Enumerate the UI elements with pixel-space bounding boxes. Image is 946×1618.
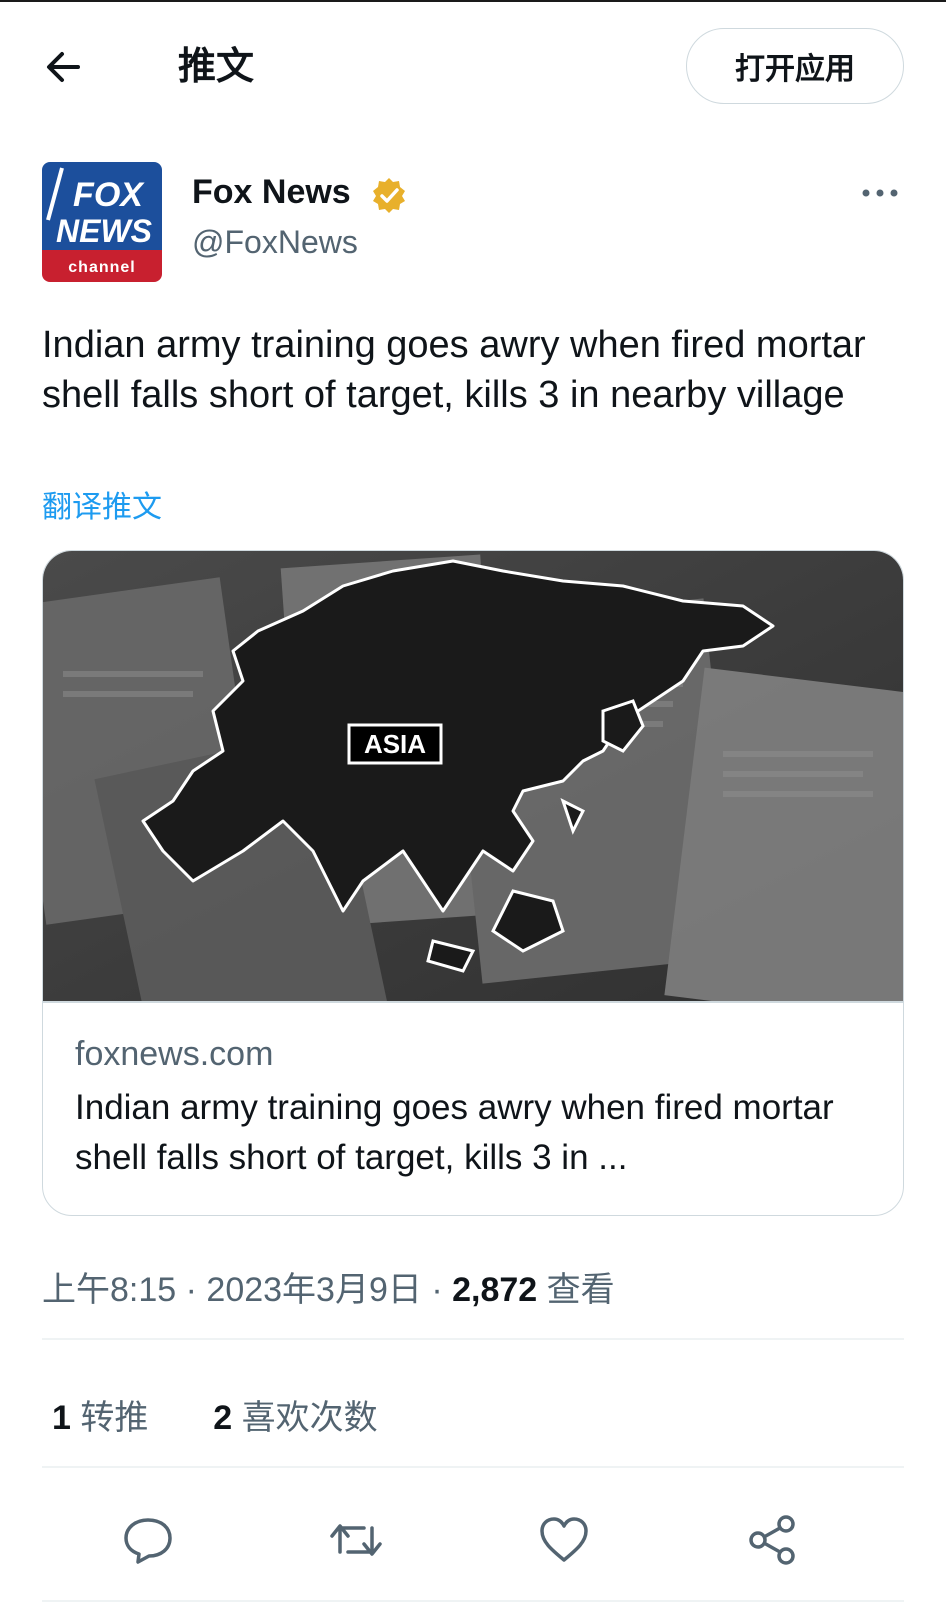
author-handle[interactable]: @FoxNews bbox=[192, 224, 358, 261]
share-icon[interactable] bbox=[742, 1510, 802, 1570]
action-bar bbox=[0, 1510, 946, 1580]
top-edge-line bbox=[0, 0, 946, 2]
retweet-icon[interactable] bbox=[326, 1510, 386, 1570]
tweet-meta: 上午8:15 · 2023年3月9日 · 2,872 查看 bbox=[42, 1262, 615, 1311]
avatar-logo-channel: channel bbox=[68, 259, 135, 276]
tweet-text: Indian army training goes awry when fire… bbox=[42, 324, 866, 416]
asia-map-label: ASIA bbox=[364, 729, 426, 759]
meta-separator: · bbox=[185, 1271, 197, 1309]
author-name[interactable]: Fox News bbox=[192, 173, 351, 212]
translate-tweet-link[interactable]: 翻译推文 bbox=[42, 482, 162, 526]
tweet-date[interactable]: 2023年3月9日 bbox=[206, 1271, 421, 1309]
back-arrow-icon bbox=[47, 52, 80, 82]
card-title: Indian army training goes awry when fire… bbox=[75, 1088, 834, 1177]
header-bar: 推文 打开应用 bbox=[0, 20, 946, 110]
divider bbox=[42, 1338, 904, 1340]
open-app-button[interactable]: 打开应用 bbox=[686, 28, 904, 104]
avatar-logo-news: NEWS bbox=[56, 213, 153, 249]
retweets-stat[interactable]: 1 转推 bbox=[52, 1399, 158, 1437]
tweet-time: 上午8:15 bbox=[42, 1271, 177, 1309]
avatar[interactable]: FOX NEWS channel bbox=[42, 162, 162, 282]
meta-separator: · bbox=[431, 1271, 443, 1309]
likes-count: 2 bbox=[213, 1399, 233, 1437]
divider bbox=[42, 1466, 904, 1468]
divider bbox=[42, 1600, 904, 1602]
card-image: ASIA bbox=[43, 551, 903, 1001]
engagement-stats: 1 转推 2 喜欢次数 bbox=[52, 1390, 378, 1439]
likes-label: 喜欢次数 bbox=[241, 1399, 378, 1437]
reply-icon[interactable] bbox=[118, 1510, 178, 1570]
avatar-logo-fox: FOX bbox=[73, 176, 145, 214]
back-button[interactable] bbox=[40, 42, 90, 92]
likes-stat[interactable]: 2 喜欢次数 bbox=[204, 1399, 378, 1437]
views-label: 查看 bbox=[546, 1271, 615, 1309]
card-divider bbox=[43, 1001, 903, 1003]
verified-badge-icon bbox=[373, 178, 405, 213]
like-icon[interactable] bbox=[534, 1510, 594, 1570]
retweets-label: 转推 bbox=[80, 1399, 149, 1437]
card-domain: foxnews.com bbox=[75, 1035, 274, 1073]
retweets-count: 1 bbox=[52, 1399, 71, 1437]
link-card[interactable]: ASIA foxnews.com Indian army training go… bbox=[42, 550, 904, 1216]
page-title: 推文 bbox=[178, 46, 255, 88]
views-count: 2,872 bbox=[452, 1271, 538, 1309]
more-icon[interactable] bbox=[860, 178, 900, 208]
